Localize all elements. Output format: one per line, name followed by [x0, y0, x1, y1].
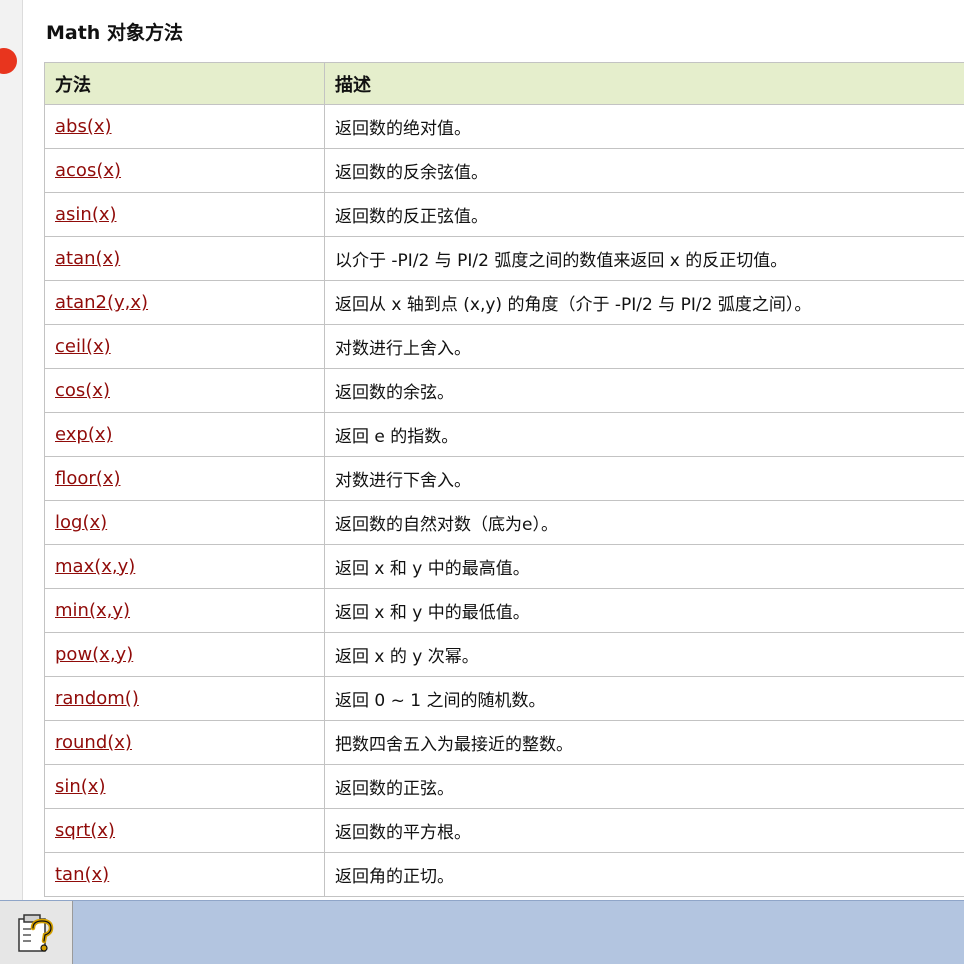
method-link[interactable]: min(x,y) — [55, 600, 130, 621]
table-row: min(x,y) 返回 x 和 y 中的最低值。 — [44, 588, 964, 633]
description-cell: 对数进行下舍入。 — [324, 456, 964, 501]
method-cell: ceil(x) — [44, 324, 325, 369]
description-cell: 返回 x 的 y 次幂。 — [324, 632, 964, 677]
description-cell: 返回数的余弦。 — [324, 368, 964, 413]
method-cell: max(x,y) — [44, 544, 325, 589]
help-button[interactable] — [0, 901, 73, 964]
description-cell: 返回数的绝对值。 — [324, 104, 964, 149]
bottom-taskbar — [0, 900, 964, 964]
method-link[interactable]: sqrt(x) — [55, 820, 115, 841]
table-row: atan2(y,x) 返回从 x 轴到点 (x,y) 的角度（介于 -PI/2 与… — [44, 280, 964, 325]
description-cell: 返回数的平方根。 — [324, 808, 964, 853]
section-title: Math 对象方法 — [46, 22, 183, 44]
page: Math 对象方法 方法 描述 abs(x) 返回数的绝对值。 acos(x) 返回数… — [0, 0, 964, 964]
table-row: sin(x) 返回数的正弦。 — [44, 764, 964, 809]
column-header-description: 描述 — [324, 62, 964, 105]
method-cell: atan(x) — [44, 236, 325, 281]
table-row: asin(x) 返回数的反正弦值。 — [44, 192, 964, 237]
description-cell: 返回数的反正弦值。 — [324, 192, 964, 237]
description-cell: 对数进行上舍入。 — [324, 324, 964, 369]
method-link[interactable]: pow(x,y) — [55, 644, 133, 665]
description-cell: 返回 x 和 y 中的最高值。 — [324, 544, 964, 589]
table-row: tan(x) 返回角的正切。 — [44, 852, 964, 897]
description-cell: 返回 0 ~ 1 之间的随机数。 — [324, 676, 964, 721]
method-link[interactable]: acos(x) — [55, 160, 121, 181]
math-methods-table: 方法 描述 abs(x) 返回数的绝对值。 acos(x) 返回数的反余弦值。 asin… — [44, 62, 964, 897]
method-cell: round(x) — [44, 720, 325, 765]
description-cell: 返回数的自然对数（底为e）。 — [324, 500, 964, 545]
method-cell: sin(x) — [44, 764, 325, 809]
description-cell: 返回 e 的指数。 — [324, 412, 964, 457]
description-cell: 返回数的正弦。 — [324, 764, 964, 809]
method-link[interactable]: cos(x) — [55, 380, 110, 401]
table-row: ceil(x) 对数进行上舍入。 — [44, 324, 964, 369]
table-body: abs(x) 返回数的绝对值。 acos(x) 返回数的反余弦值。 asin(x) 返回数… — [44, 104, 964, 897]
method-cell: random() — [44, 676, 325, 721]
table-row: atan(x) 以介于 -PI/2 与 PI/2 弧度之间的数值来返回 x 的反正… — [44, 236, 964, 281]
description-cell: 返回角的正切。 — [324, 852, 964, 897]
method-link[interactable]: max(x,y) — [55, 556, 135, 577]
table-row: pow(x,y) 返回 x 的 y 次幂。 — [44, 632, 964, 677]
method-link[interactable]: abs(x) — [55, 116, 112, 137]
description-cell: 返回 x 和 y 中的最低值。 — [324, 588, 964, 633]
method-link[interactable]: atan2(y,x) — [55, 292, 148, 313]
method-link[interactable]: random() — [55, 688, 139, 709]
table-row: log(x) 返回数的自然对数（底为e）。 — [44, 500, 964, 545]
table-header-row: 方法 描述 — [44, 62, 964, 105]
description-cell: 以介于 -PI/2 与 PI/2 弧度之间的数值来返回 x 的反正切值。 — [324, 236, 964, 281]
method-link[interactable]: ceil(x) — [55, 336, 111, 357]
table-row: abs(x) 返回数的绝对值。 — [44, 104, 964, 149]
description-cell: 返回从 x 轴到点 (x,y) 的角度（介于 -PI/2 与 PI/2 弧度之间… — [324, 280, 964, 325]
method-cell: sqrt(x) — [44, 808, 325, 853]
table-row: acos(x) 返回数的反余弦值。 — [44, 148, 964, 193]
method-link[interactable]: round(x) — [55, 732, 132, 753]
method-cell: pow(x,y) — [44, 632, 325, 677]
method-link[interactable]: exp(x) — [55, 424, 113, 445]
column-header-method: 方法 — [44, 62, 325, 105]
method-link[interactable]: atan(x) — [55, 248, 120, 269]
table-row: max(x,y) 返回 x 和 y 中的最高值。 — [44, 544, 964, 589]
description-cell: 把数四舍五入为最接近的整数。 — [324, 720, 964, 765]
method-cell: cos(x) — [44, 368, 325, 413]
method-cell: asin(x) — [44, 192, 325, 237]
method-cell: log(x) — [44, 500, 325, 545]
description-cell: 返回数的反余弦值。 — [324, 148, 964, 193]
method-cell: atan2(y,x) — [44, 280, 325, 325]
method-cell: abs(x) — [44, 104, 325, 149]
table-row: sqrt(x) 返回数的平方根。 — [44, 808, 964, 853]
method-cell: tan(x) — [44, 852, 325, 897]
method-cell: exp(x) — [44, 412, 325, 457]
method-link[interactable]: tan(x) — [55, 864, 109, 885]
table-row: floor(x) 对数进行下舍入。 — [44, 456, 964, 501]
left-sidebar-strip — [0, 0, 23, 900]
help-icon — [18, 914, 54, 952]
method-link[interactable]: log(x) — [55, 512, 107, 533]
table-row: round(x) 把数四舍五入为最接近的整数。 — [44, 720, 964, 765]
method-cell: floor(x) — [44, 456, 325, 501]
method-cell: acos(x) — [44, 148, 325, 193]
table-row: random() 返回 0 ~ 1 之间的随机数。 — [44, 676, 964, 721]
method-link[interactable]: floor(x) — [55, 468, 120, 489]
method-cell: min(x,y) — [44, 588, 325, 633]
method-link[interactable]: asin(x) — [55, 204, 117, 225]
table-row: exp(x) 返回 e 的指数。 — [44, 412, 964, 457]
method-link[interactable]: sin(x) — [55, 776, 105, 797]
table-row: cos(x) 返回数的余弦。 — [44, 368, 964, 413]
